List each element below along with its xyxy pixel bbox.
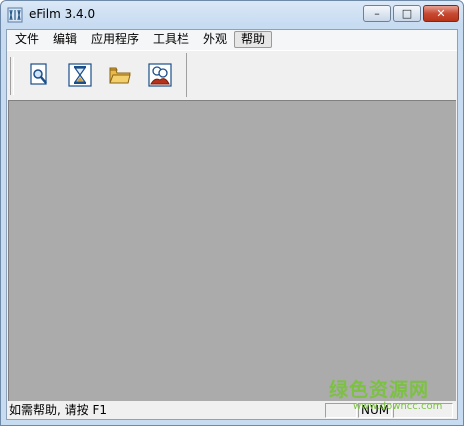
open-folder-button[interactable] bbox=[106, 61, 134, 89]
open-folder-icon bbox=[109, 67, 131, 84]
users-button[interactable] bbox=[146, 61, 174, 89]
menu-edit[interactable]: 编辑 bbox=[47, 31, 83, 48]
maximize-button[interactable]: □ bbox=[393, 5, 421, 22]
window-title: eFilm 3.4.0 bbox=[29, 7, 96, 21]
app-window: eFilm 3.4.0 – □ ✕ 文件 编辑 应用程序 工具栏 外观 帮助 如… bbox=[0, 0, 464, 426]
users-icon bbox=[148, 63, 172, 87]
close-button[interactable]: ✕ bbox=[423, 5, 459, 22]
minimize-button[interactable]: – bbox=[363, 5, 391, 22]
menu-appearance[interactable]: 外观 bbox=[197, 31, 233, 48]
watermark-logo: 绿色资源网 bbox=[329, 379, 430, 401]
workspace-area[interactable] bbox=[8, 100, 456, 401]
efilm-app-icon bbox=[7, 7, 23, 23]
client-area: 文件 编辑 应用程序 工具栏 外观 帮助 如需帮助, 请按 F1 NUM bbox=[6, 29, 458, 420]
status-help-text: 如需帮助, 请按 F1 bbox=[9, 403, 107, 417]
menu-applications[interactable]: 应用程序 bbox=[85, 31, 145, 48]
search-button[interactable] bbox=[26, 61, 54, 89]
title-bar[interactable]: eFilm 3.4.0 – □ ✕ bbox=[1, 1, 463, 29]
hourglass-button[interactable] bbox=[66, 61, 94, 89]
menu-file[interactable]: 文件 bbox=[9, 31, 45, 48]
watermark-url: www.downcc.com bbox=[353, 401, 443, 412]
toolbar bbox=[7, 50, 457, 100]
hourglass-icon bbox=[68, 63, 92, 87]
search-document-icon bbox=[30, 63, 47, 85]
toolbar-group bbox=[14, 53, 187, 97]
menu-help[interactable]: 帮助 bbox=[234, 31, 273, 48]
menu-bar: 文件 编辑 应用程序 工具栏 外观 帮助 bbox=[7, 30, 457, 50]
menu-toolbar[interactable]: 工具栏 bbox=[147, 31, 195, 48]
